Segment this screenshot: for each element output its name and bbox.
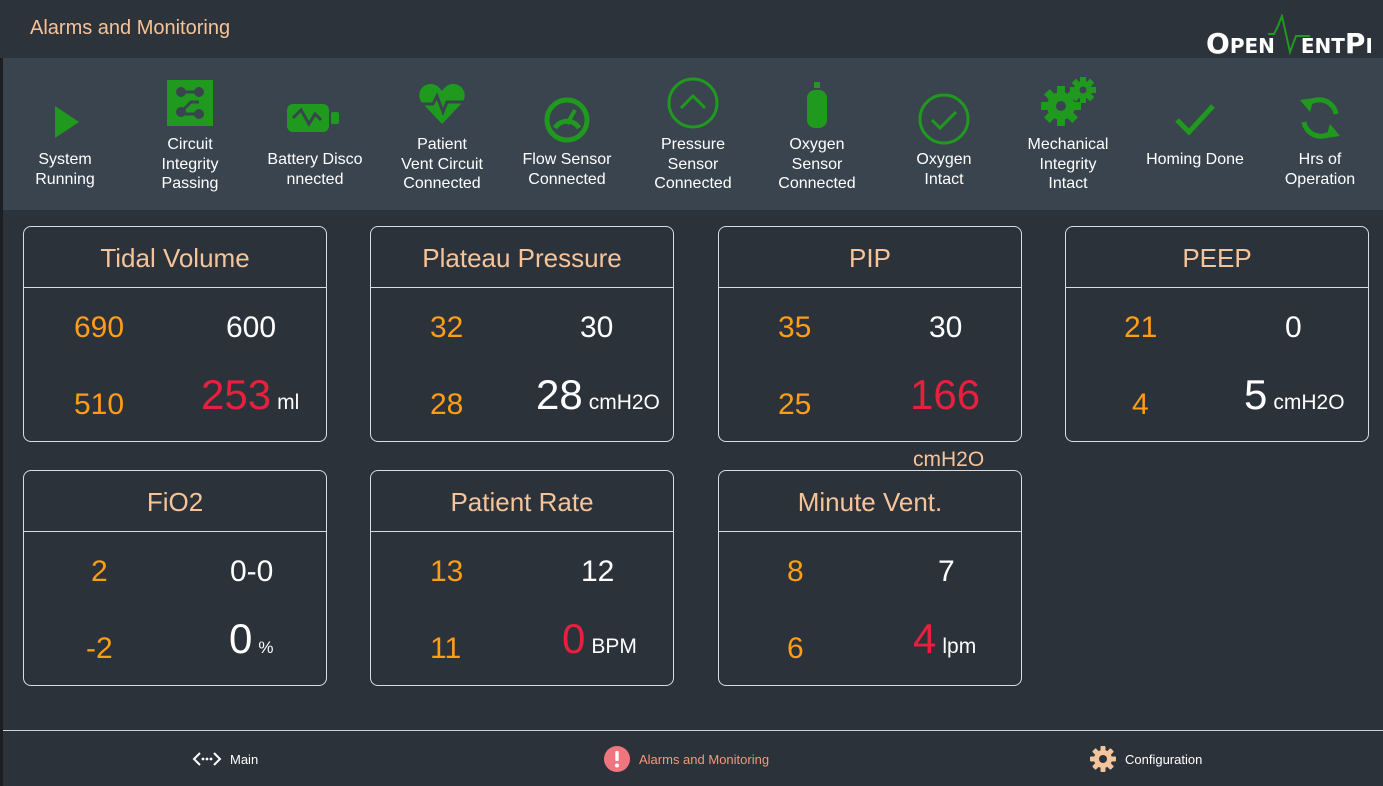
status-oxygen-intact: Oxygen Intact bbox=[884, 58, 1004, 210]
high-limit: 21 bbox=[1124, 311, 1158, 344]
status-label: Flow Sensor Connected bbox=[522, 151, 612, 188]
measured-value: 253 ml bbox=[201, 371, 300, 418]
high-limit: 32 bbox=[430, 311, 464, 344]
status-label: Hrs of Operation bbox=[1284, 151, 1356, 188]
card-title: Plateau Pressure bbox=[371, 227, 673, 288]
status-label: Oxygen Intact bbox=[916, 151, 972, 188]
status-system-running: System Running bbox=[5, 58, 125, 210]
status-label: Mechanical Integrity Intact bbox=[1027, 136, 1109, 192]
setpoint: 600 bbox=[226, 311, 277, 344]
measured-value: 166 bbox=[910, 371, 981, 418]
circuit-board-icon bbox=[167, 80, 213, 126]
status-battery: Battery Disco nnected bbox=[255, 58, 375, 210]
low-limit: 510 bbox=[74, 388, 125, 421]
nav-configuration-label: Configuration bbox=[1125, 751, 1203, 767]
measured-value: 0 BPM bbox=[562, 615, 637, 662]
status-mechanical-integrity: Mechanical Integrity Intact bbox=[1008, 58, 1128, 210]
play-icon bbox=[55, 106, 79, 138]
card-minute-vent: Minute Vent. 8 7 6 4 lpm bbox=[718, 470, 1022, 686]
status-pressure-sensor: Pressure Sensor Connected bbox=[633, 58, 753, 210]
card-tidal-volume: Tidal Volume 690 600 510 253 ml bbox=[23, 226, 327, 442]
high-limit: 690 bbox=[74, 311, 125, 344]
setpoint: 0 bbox=[1285, 311, 1302, 344]
setpoint: 0-0 bbox=[230, 555, 274, 588]
card-peep: PEEP 21 0 4 5 cmH2O bbox=[1065, 226, 1369, 442]
refresh-icon bbox=[1300, 97, 1340, 139]
status-homing-done: Homing Done bbox=[1135, 58, 1255, 210]
battery-disconnected-icon bbox=[287, 104, 339, 132]
card-title: PIP bbox=[719, 227, 1021, 288]
card-title: Tidal Volume bbox=[24, 227, 326, 288]
status-hours-operation: Hrs of Operation bbox=[1260, 58, 1380, 210]
nav-alarms-label: Alarms and Monitoring bbox=[639, 751, 770, 767]
card-title: PEEP bbox=[1066, 227, 1368, 288]
high-limit: 8 bbox=[787, 555, 804, 588]
status-patient-circuit: Patient Vent Circuit Connected bbox=[382, 58, 502, 210]
status-oxygen-sensor: Oxygen Sensor Connected bbox=[757, 58, 877, 210]
oxygen-tank-icon bbox=[807, 82, 827, 128]
low-limit: 25 bbox=[778, 388, 812, 421]
status-circuit-integrity: Circuit Integrity Passing bbox=[130, 58, 250, 210]
gear-icon bbox=[1090, 746, 1116, 772]
status-label: Homing Done bbox=[1146, 151, 1244, 168]
measured-value: 4 lpm bbox=[913, 615, 977, 662]
status-label: Oxygen Sensor Connected bbox=[778, 136, 856, 192]
measured-value: 28 cmH2O bbox=[536, 371, 660, 418]
checkmark-icon bbox=[1175, 104, 1215, 136]
check-circle-icon bbox=[918, 93, 970, 145]
low-limit: 28 bbox=[430, 388, 464, 421]
status-label: Circuit Integrity Passing bbox=[161, 136, 219, 192]
page-title: Alarms and Monitoring bbox=[30, 17, 231, 39]
nav-divider bbox=[3, 730, 1383, 731]
pip-unit-label: cmH2O bbox=[913, 448, 985, 471]
status-label: Patient Vent Circuit Connected bbox=[401, 136, 483, 192]
app-header: Alarms and Monitoring OPENENTPK bbox=[0, 0, 1383, 58]
setpoint: 12 bbox=[581, 555, 615, 588]
low-limit: -2 bbox=[86, 632, 113, 665]
card-plateau-pressure: Plateau Pressure 32 30 28 28 cmH2O bbox=[370, 226, 674, 442]
alert-circle-icon bbox=[604, 746, 630, 772]
card-pip: PIP 35 30 25 166 bbox=[718, 226, 1022, 442]
high-limit: 2 bbox=[91, 555, 108, 588]
low-limit: 6 bbox=[787, 632, 804, 665]
openventpk-logo: OPENENTPK bbox=[1206, 14, 1371, 58]
card-title: Patient Rate bbox=[371, 471, 673, 532]
setpoint: 30 bbox=[580, 311, 614, 344]
setpoint: 7 bbox=[938, 555, 955, 588]
status-label: System Running bbox=[35, 151, 95, 188]
high-limit: 35 bbox=[778, 311, 812, 344]
card-fio2: FiO2 2 0-0 -2 0% bbox=[23, 470, 327, 686]
nav-alarms[interactable]: Alarms and Monitoring bbox=[603, 744, 769, 774]
low-limit: 4 bbox=[1132, 388, 1149, 421]
status-bar: System Running Circuit Integrity Passing Ba… bbox=[3, 58, 1383, 210]
nav-configuration[interactable]: Configuration bbox=[1089, 744, 1202, 774]
heart-pulse-icon bbox=[419, 84, 465, 124]
nav-main-label: Main bbox=[230, 751, 259, 767]
chevron-up-circle-icon bbox=[667, 77, 719, 129]
card-title: FiO2 bbox=[24, 471, 326, 532]
card-title: Minute Vent. bbox=[719, 471, 1021, 532]
measured-value: 0% bbox=[229, 615, 274, 662]
code-arrows-icon bbox=[192, 752, 222, 766]
card-patient-rate: Patient Rate 13 12 11 0 BPM bbox=[370, 470, 674, 686]
low-limit: 11 bbox=[430, 632, 462, 665]
nav-main[interactable]: Main bbox=[192, 744, 258, 774]
setpoint: 30 bbox=[929, 311, 963, 344]
high-limit: 13 bbox=[430, 555, 464, 588]
gears-icon bbox=[1041, 77, 1096, 126]
measured-value: 5 cmH2O bbox=[1244, 371, 1345, 418]
status-label: Pressure Sensor Connected bbox=[654, 136, 732, 192]
gauge-icon bbox=[544, 97, 590, 143]
status-label: Battery Disco nnected bbox=[267, 151, 363, 188]
status-flow-sensor: Flow Sensor Connected bbox=[507, 58, 627, 210]
